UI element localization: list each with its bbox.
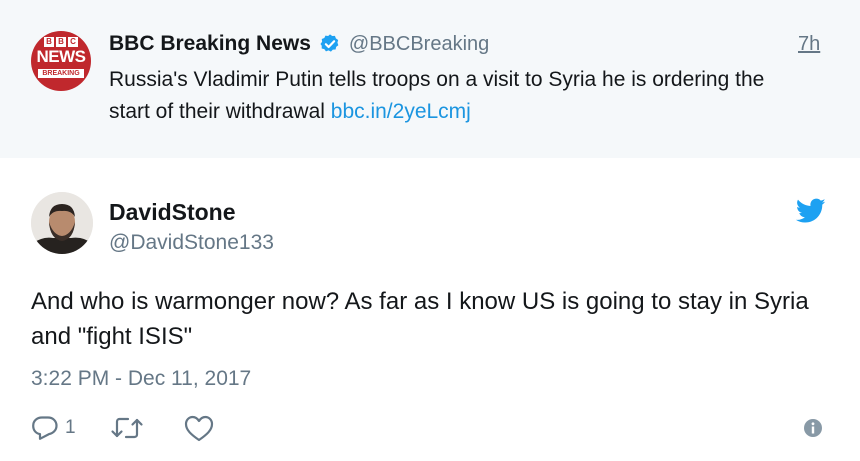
author-name[interactable]: DavidStone — [109, 199, 236, 226]
bbc-block: B — [56, 37, 66, 47]
like-button[interactable] — [184, 415, 220, 442]
twitter-bird-icon[interactable] — [796, 198, 826, 224]
quoted-author-handle[interactable]: @BBCBreaking — [349, 33, 489, 56]
reply-count: 1 — [65, 417, 76, 438]
author-handle[interactable]: @DavidStone133 — [109, 231, 274, 255]
quoted-tweet-text: Russia's Vladimir Putin tells troops on … — [109, 64, 799, 128]
quoted-tweet[interactable]: B B C NEWS BREAKING BBC Breaking News @B… — [0, 0, 860, 158]
bbc-block: B — [44, 37, 54, 47]
avatar-photo — [31, 192, 93, 254]
quoted-tweet-header: BBC Breaking News @BBCBreaking — [109, 30, 489, 58]
quoted-tweet-link[interactable]: bbc.in/2yeLcmj — [331, 100, 471, 123]
retweet-button[interactable] — [110, 415, 150, 441]
heart-icon — [184, 415, 213, 441]
bbc-blocks: B B C — [31, 37, 91, 47]
bbc-block: C — [68, 37, 78, 47]
tweet-actions: 1 — [31, 412, 254, 444]
info-icon[interactable] — [802, 417, 824, 439]
tweet-text: And who is warmonger now? As far as I kn… — [31, 288, 809, 350]
reply-button[interactable]: 1 — [31, 415, 76, 441]
bbc-news-avatar[interactable]: B B C NEWS BREAKING — [31, 31, 91, 91]
verified-badge-icon — [320, 34, 339, 52]
logo-news-word: NEWS — [36, 47, 87, 66]
quoted-author-name[interactable]: BBC Breaking News — [109, 32, 311, 56]
reply-icon — [32, 416, 58, 440]
logo-breaking-strap: BREAKING — [38, 69, 84, 78]
tweet-timestamp[interactable]: 3:22 PM - Dec 11, 2017 — [31, 367, 251, 391]
retweet-icon — [110, 417, 143, 439]
avatar[interactable] — [31, 192, 93, 254]
quoted-tweet-time[interactable]: 7h — [798, 33, 820, 56]
